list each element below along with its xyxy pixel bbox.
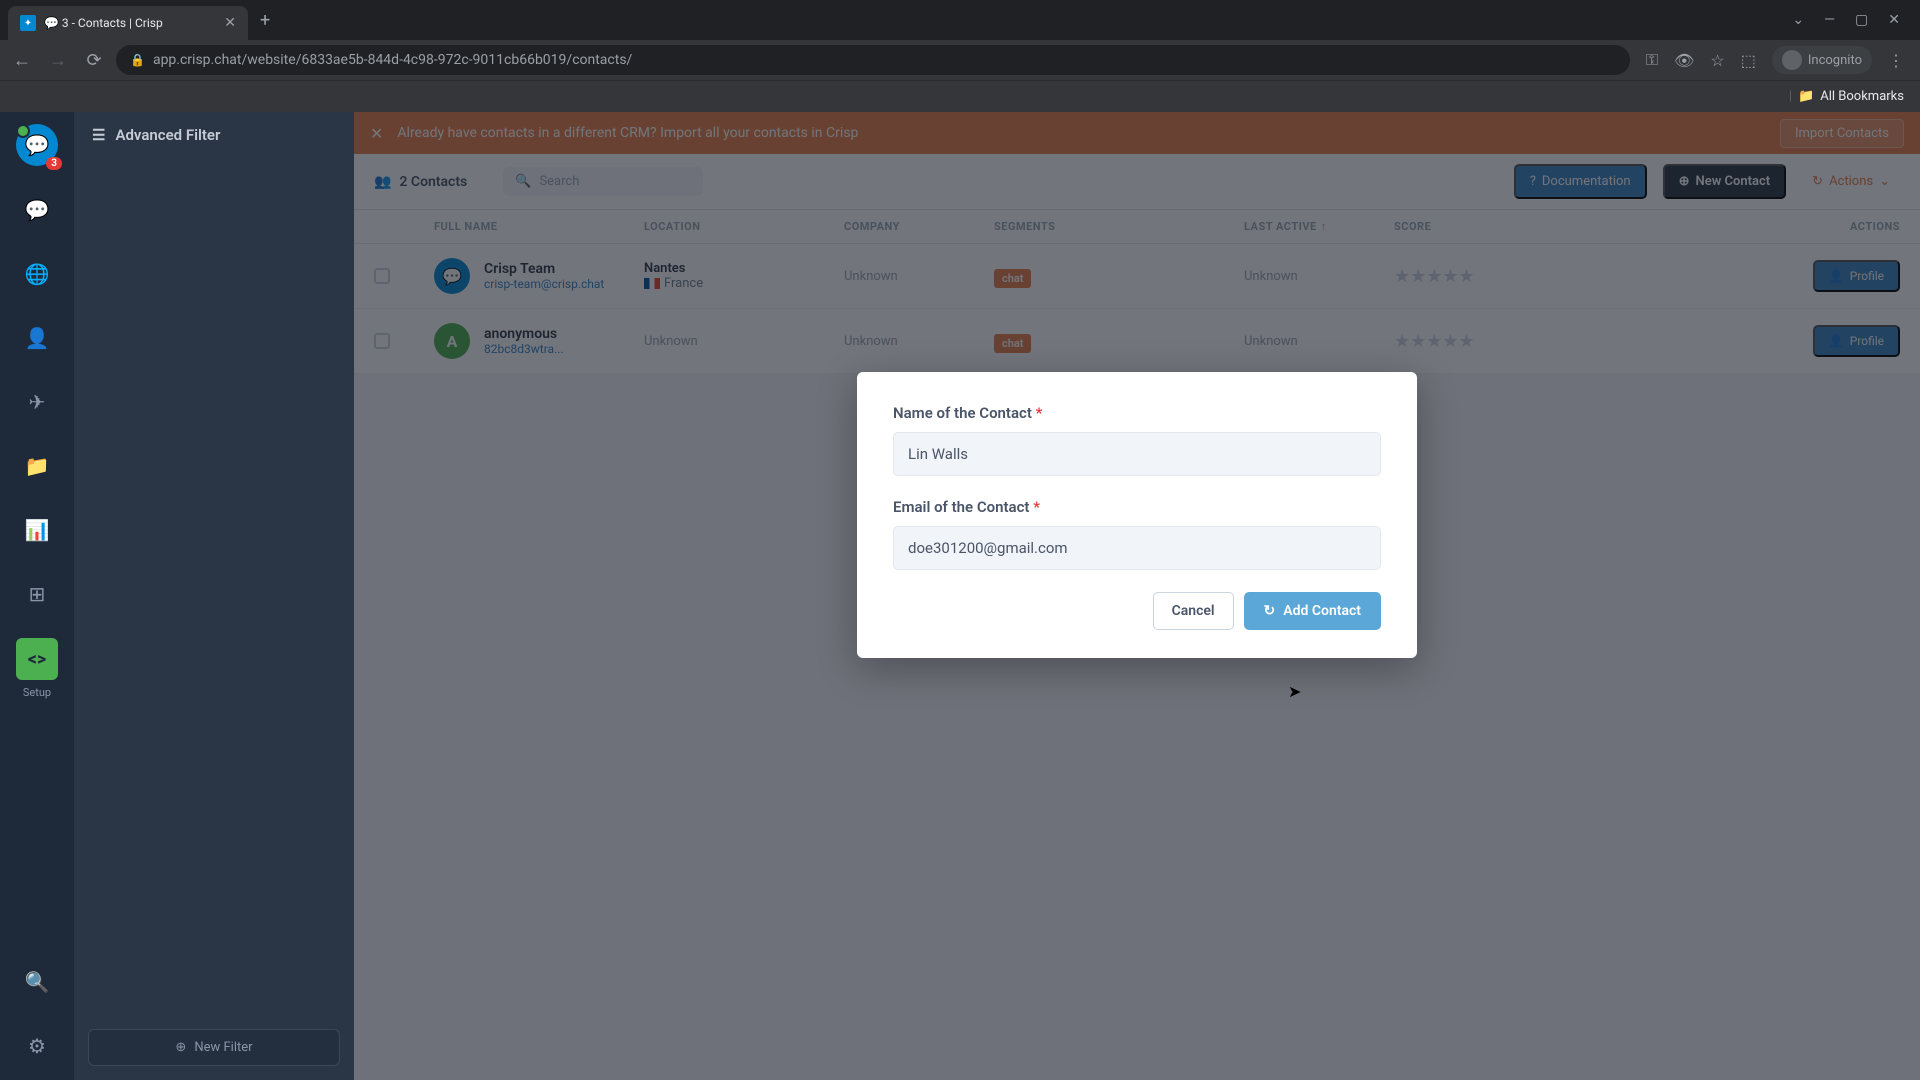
modal-overlay[interactable]: Name of the Contact * Email of the Conta… [354,112,1920,1080]
new-tab-button[interactable]: + [260,10,270,31]
incognito-icon [1782,50,1802,70]
main-sidebar: 💬 3 💬 🌐 👤 ✈ 📁 📊 ⊞ <> Setup 🔍 ⚙ [0,112,74,1080]
plus-icon: ⊕ [175,1040,186,1055]
extension-icon[interactable]: ⬚ [1741,51,1756,70]
cancel-button[interactable]: Cancel [1153,592,1234,630]
key-icon[interactable]: ⚿ [1646,50,1658,70]
chat-icon[interactable]: 💬 [17,190,57,230]
send-icon[interactable]: ✈ [17,382,57,422]
bookmarks-divider: | [1789,89,1792,104]
eye-off-icon[interactable]: 👁 [1674,51,1694,70]
main-content: ✕ Already have contacts in a different C… [354,112,1920,1080]
filter-header: ☰ Advanced Filter [74,112,354,158]
contacts-icon[interactable]: 👤 [17,318,57,358]
name-field-label: Name of the Contact * [893,404,1381,422]
close-icon[interactable]: ✕ [224,15,236,31]
close-window-button[interactable]: ✕ [1888,12,1900,28]
incognito-badge[interactable]: Incognito [1772,46,1872,74]
tab-bar: ✦ 💬 3 - Contacts | Crisp ✕ + ⌄ ― ▢ ✕ [0,0,1920,40]
url-input[interactable]: 🔒 app.crisp.chat/website/6833ae5b-844d-4… [116,45,1630,75]
analytics-icon[interactable]: 📊 [17,510,57,550]
star-icon[interactable]: ☆ [1710,51,1724,70]
add-contact-modal: Name of the Contact * Email of the Conta… [857,372,1417,658]
reload-button[interactable]: ⟳ [80,50,108,71]
tab-favicon: ✦ [20,15,36,31]
notification-badge: 3 [46,157,62,170]
filter-icon: ☰ [92,126,105,144]
bookmarks-bar: | 📁 All Bookmarks [0,80,1920,112]
folder-icon: 📁 [1798,89,1814,104]
back-button[interactable]: ← [8,50,36,71]
gear-icon[interactable]: ⚙ [17,1026,57,1066]
apps-icon[interactable]: ⊞ [17,574,57,614]
browser-tab[interactable]: ✦ 💬 3 - Contacts | Crisp ✕ [8,6,248,40]
new-filter-button[interactable]: ⊕ New Filter [88,1029,340,1066]
minimize-button[interactable]: ― [1824,12,1835,28]
email-field-label: Email of the Contact * [893,498,1381,516]
refresh-icon: ↻ [1264,603,1276,619]
maximize-button[interactable]: ▢ [1855,12,1868,28]
name-input[interactable] [893,432,1381,476]
app-logo[interactable]: 💬 3 [16,124,58,166]
menu-icon[interactable]: ⋮ [1888,51,1904,70]
lock-icon: 🔒 [130,53,145,67]
globe-icon[interactable]: 🌐 [17,254,57,294]
email-input[interactable] [893,526,1381,570]
archive-icon[interactable]: 📁 [17,446,57,486]
forward-button[interactable]: → [44,50,72,71]
filter-sidebar: ☰ Advanced Filter ⊕ New Filter [74,112,354,1080]
url-bar: ← → ⟳ 🔒 app.crisp.chat/website/6833ae5b-… [0,40,1920,80]
search-icon[interactable]: 🔍 [17,962,57,1002]
url-text: app.crisp.chat/website/6833ae5b-844d-4c9… [153,52,632,68]
setup-label: Setup [23,686,51,699]
all-bookmarks-button[interactable]: All Bookmarks [1820,89,1904,104]
setup-button[interactable]: <> [16,638,58,680]
chevron-down-icon[interactable]: ⌄ [1792,12,1804,28]
add-contact-button[interactable]: ↻ Add Contact [1244,592,1381,630]
tab-title: 💬 3 - Contacts | Crisp [44,16,216,30]
